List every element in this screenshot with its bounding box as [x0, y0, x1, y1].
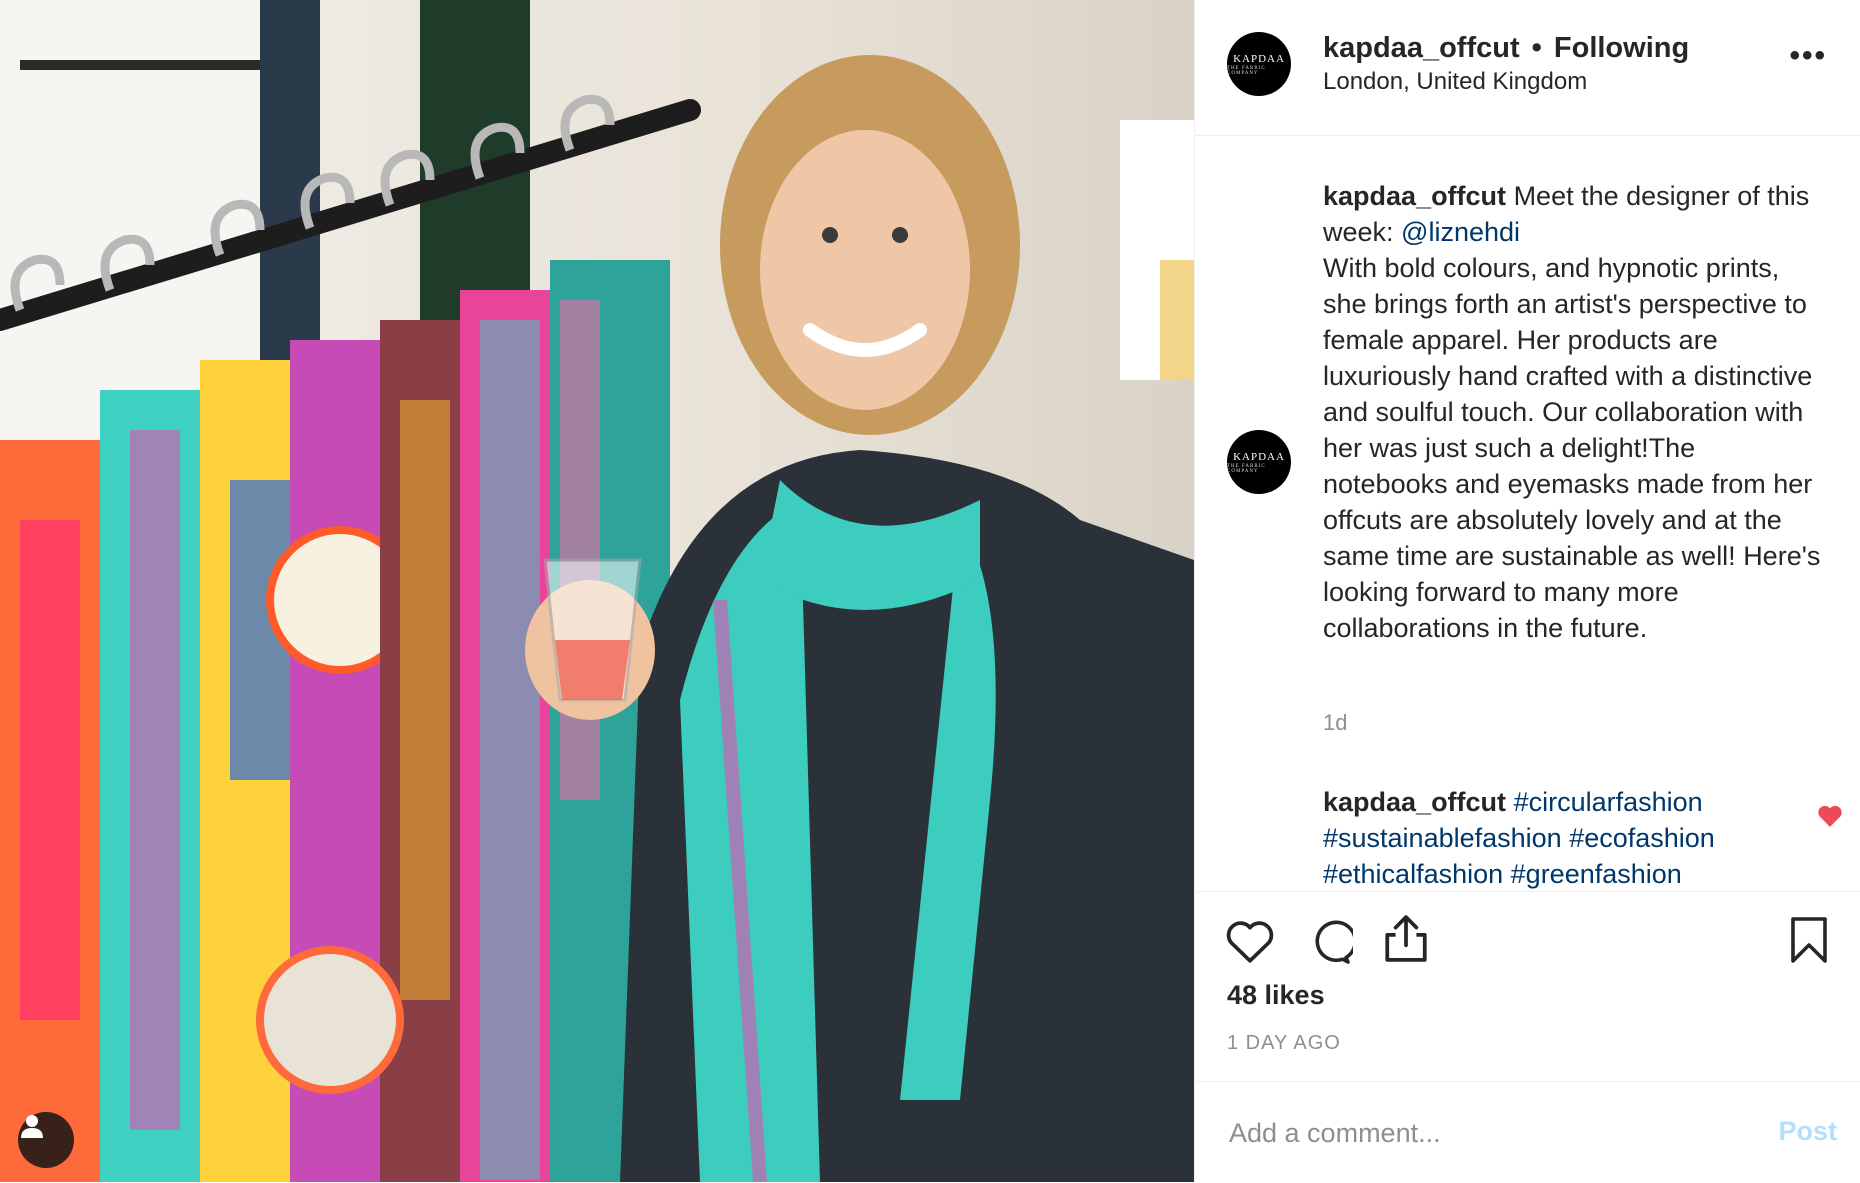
avatar-sub-text: THE FABRIC COMPANY [1227, 65, 1266, 76]
share-icon[interactable] [1383, 914, 1429, 964]
hashtag-link[interactable]: #ethicalfashion [1323, 859, 1503, 889]
post-photo[interactable] [0, 0, 1194, 1182]
caption-text-after: With bold colours, and hypnotic prints, … [1323, 253, 1821, 643]
bookmark-icon[interactable] [1789, 916, 1829, 964]
heart-icon[interactable] [1225, 918, 1275, 964]
person-icon [21, 1115, 43, 1138]
more-options-icon[interactable]: ••• [1789, 41, 1827, 71]
hashtag-link[interactable]: #greenfashion [1511, 859, 1682, 889]
avatar-brand-text: KAPDAA [1233, 450, 1285, 463]
header-username[interactable]: kapdaa_offcut [1323, 32, 1520, 64]
post-comment-button[interactable]: Post [1778, 1116, 1837, 1147]
header-user-line: kapdaa_offcut • Following [1323, 32, 1689, 65]
location-link[interactable]: London, United Kingdom [1323, 68, 1587, 96]
avatar-brand-text: KAPDAA [1233, 52, 1285, 65]
caption-time[interactable]: 1d [1323, 710, 1347, 736]
comments-area[interactable]: KAPDAA THE FABRIC COMPANY kapdaa_offcut … [1195, 136, 1860, 890]
post-date[interactable]: 1 DAY AGO [1227, 1032, 1341, 1055]
user-tag-button[interactable] [18, 1112, 74, 1168]
add-comment-bar: Post [1195, 1081, 1860, 1183]
caption-username[interactable]: kapdaa_offcut [1323, 181, 1506, 211]
hashtag-comment-text: kapdaa_offcut #circularfashion #sustaina… [1323, 784, 1823, 890]
following-button[interactable]: Following [1554, 32, 1689, 64]
caption-avatar[interactable]: KAPDAA THE FABRIC COMPANY [1227, 430, 1291, 494]
action-bar: 48 likes 1 DAY AGO [1195, 891, 1860, 1082]
caption-text: kapdaa_offcut Meet the designer of this … [1323, 178, 1823, 646]
hashtag-link[interactable]: #circularfashion [1514, 787, 1703, 817]
comment-input[interactable] [1227, 1112, 1711, 1154]
post-header: KAPDAA THE FABRIC COMPANY kapdaa_offcut … [1195, 0, 1860, 136]
hashtag-link[interactable]: #ecofashion [1569, 823, 1715, 853]
likes-count[interactable]: 48 likes [1227, 980, 1325, 1011]
comment-username[interactable]: kapdaa_offcut [1323, 787, 1506, 817]
mention-link[interactable]: @liznehdi [1401, 217, 1520, 247]
profile-avatar[interactable]: KAPDAA THE FABRIC COMPANY [1227, 32, 1291, 96]
post-side-panel: KAPDAA THE FABRIC COMPANY kapdaa_offcut … [1194, 0, 1860, 1182]
comment-icon[interactable] [1305, 918, 1353, 966]
avatar-sub-text: THE FABRIC COMPANY [1227, 463, 1266, 474]
separator-dot: • [1531, 32, 1542, 64]
comment-like-heart-icon[interactable] [1817, 804, 1843, 828]
photo-illustration [0, 0, 1194, 1182]
hashtag-link[interactable]: #sustainablefashion [1323, 823, 1562, 853]
